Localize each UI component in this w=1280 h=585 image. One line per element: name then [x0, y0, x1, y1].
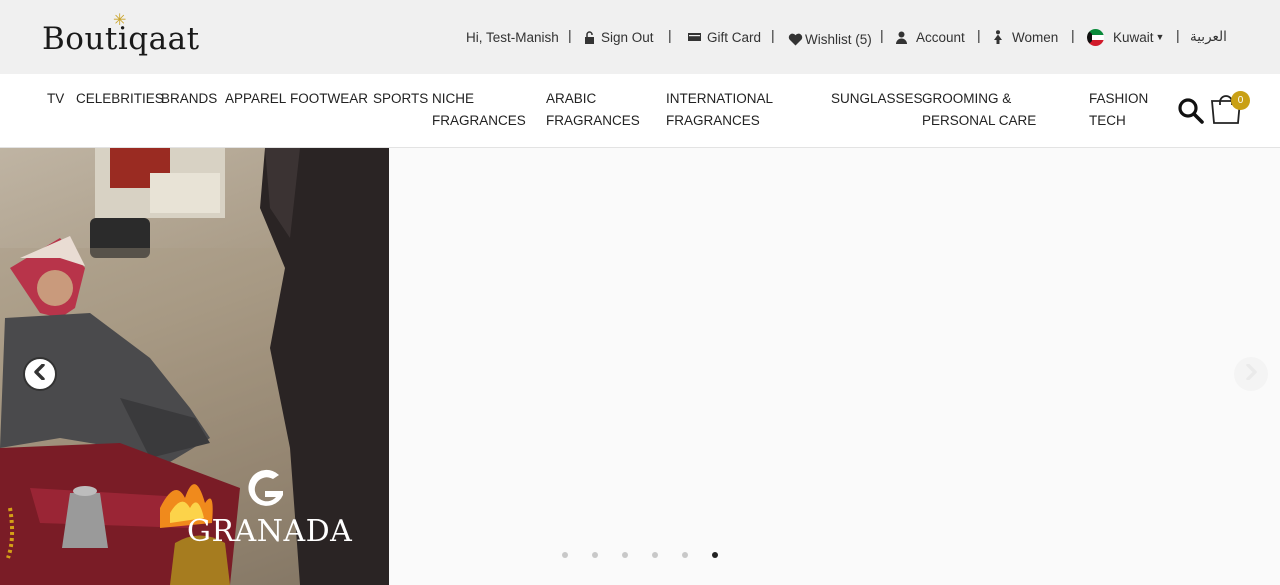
- sign-out-label: Sign Out: [601, 29, 654, 45]
- wishlist-label: Wishlist (5): [805, 31, 872, 47]
- wishlist-link[interactable]: Wishlist (5): [788, 30, 872, 48]
- chevron-right-icon: [1244, 362, 1258, 385]
- separator: |: [1176, 27, 1180, 43]
- carousel-dot[interactable]: [592, 552, 598, 558]
- carousel-dot[interactable]: [652, 552, 658, 558]
- sign-out-link[interactable]: Sign Out: [584, 28, 654, 46]
- hero-banner-image[interactable]: GRANADA: [0, 148, 389, 585]
- nav-item-international-fragrances[interactable]: INTERNATIONAL FRAGRANCES: [666, 88, 776, 132]
- nav-item-grooming-personal-care[interactable]: GROOMING & PERSONAL CARE: [922, 88, 1072, 132]
- gift-card-icon: [688, 32, 701, 42]
- separator: |: [977, 27, 981, 43]
- hero-carousel: GRANADA: [0, 148, 1280, 585]
- carousel-dot[interactable]: [562, 552, 568, 558]
- nav-item-celebrities[interactable]: CELEBRITIES: [76, 88, 164, 110]
- cart-count-badge: 0: [1231, 91, 1250, 110]
- granada-logo-icon: [239, 463, 291, 515]
- language-switch[interactable]: العربية: [1190, 28, 1227, 46]
- account-label: Account: [916, 29, 965, 45]
- language-label: العربية: [1190, 29, 1227, 44]
- gift-card-link[interactable]: Gift Card: [688, 28, 761, 46]
- nav-item-brands[interactable]: BRANDS: [161, 88, 217, 110]
- nav-item-fashion-tech[interactable]: FASHION TECH: [1089, 88, 1155, 132]
- lock-icon: [584, 30, 595, 44]
- nav-item-arabic-fragrances[interactable]: ARABIC FRAGRANCES: [546, 88, 640, 132]
- separator: |: [880, 27, 884, 43]
- nav-item-sunglasses[interactable]: SUNGLASSES: [831, 88, 923, 110]
- separator: |: [1071, 27, 1075, 43]
- nav-item-footwear[interactable]: FOOTWEAR: [290, 88, 368, 110]
- chevron-left-icon: [33, 362, 47, 385]
- heart-icon: [788, 33, 803, 46]
- site-logo[interactable]: Boutiqaat ✳: [42, 12, 199, 63]
- nav-item-tv[interactable]: TV: [47, 88, 64, 110]
- gift-card-label: Gift Card: [707, 29, 762, 45]
- woman-icon: [993, 30, 1003, 44]
- nav-item-niche-fragrances[interactable]: NICHE FRAGRANCES: [432, 88, 526, 132]
- kuwait-flag-icon: [1087, 28, 1104, 46]
- greeting-text: Hi, Test-Manish: [466, 29, 559, 45]
- nav-item-apparel[interactable]: APPAREL: [225, 88, 286, 110]
- nav-item-sports[interactable]: SPORTS: [373, 88, 428, 110]
- search-icon[interactable]: [1177, 97, 1205, 125]
- country-label: Kuwait: [1113, 29, 1154, 45]
- main-navigation: TV CELEBRITIES BRANDS APPAREL FOOTWEAR S…: [0, 74, 1280, 148]
- separator: |: [771, 27, 775, 43]
- separator: |: [568, 27, 572, 43]
- carousel-dot-active[interactable]: [712, 552, 718, 558]
- carousel-prev-button[interactable]: [23, 357, 57, 391]
- carousel-dot[interactable]: [682, 552, 688, 558]
- carousel-dot[interactable]: [622, 552, 628, 558]
- separator: |: [668, 27, 672, 43]
- account-link[interactable]: Account: [896, 28, 965, 46]
- country-selector[interactable]: Kuwait ▼: [1087, 28, 1164, 46]
- greeting-link[interactable]: Hi, Test-Manish: [466, 28, 559, 46]
- logo-star-icon: ✳: [113, 12, 127, 29]
- top-utility-bar: Boutiqaat ✳ Hi, Test-Manish | Sign Out |…: [0, 0, 1280, 74]
- user-icon: [896, 31, 907, 44]
- women-link[interactable]: Women: [993, 28, 1058, 46]
- women-label: Women: [1012, 29, 1059, 45]
- carousel-next-button[interactable]: [1234, 357, 1268, 391]
- hero-brand-name: GRANADA: [187, 514, 353, 549]
- chevron-down-icon: ▼: [1155, 32, 1165, 42]
